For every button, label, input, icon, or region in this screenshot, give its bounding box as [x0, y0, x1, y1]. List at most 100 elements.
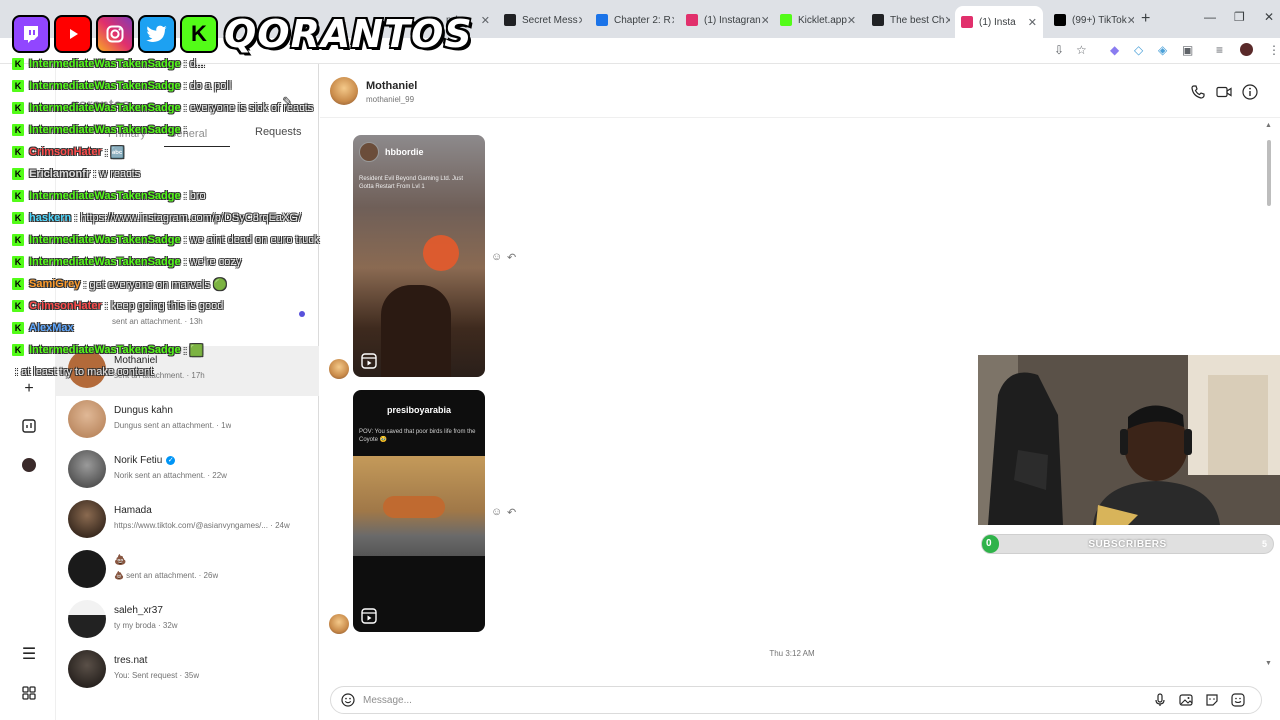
reply-icon[interactable]: ↶ [507, 251, 516, 264]
tab-close-icon[interactable]: ✕ [761, 14, 768, 27]
conversation-name: Hamada [114, 505, 152, 516]
gif-sticker-icon[interactable] [1231, 693, 1245, 707]
tab-label: (1) Instagran [704, 14, 761, 26]
conversation-list-panel: qorantos ✎ Primary General Requests sent… [56, 64, 319, 720]
chat-avatar[interactable] [330, 77, 358, 105]
browser-tab[interactable]: (99+) TikTok ✕ [1048, 8, 1134, 32]
subscriber-goal-target: 5 [1261, 539, 1267, 549]
twitter-logo-icon [138, 15, 176, 53]
reel-thumbnail-coyote [383, 496, 445, 518]
tab-close-icon[interactable]: ✕ [1028, 16, 1037, 29]
also-from-meta-icon[interactable] [20, 684, 38, 702]
webcam-image [978, 355, 1280, 525]
new-tab-button[interactable]: + [1141, 10, 1150, 28]
unread-dot [299, 311, 305, 317]
chat-handle: mothaniel_99 [366, 95, 415, 104]
chat-name[interactable]: Mothaniel [366, 80, 417, 92]
conversation-item-tres[interactable]: tres.nat You: Sent request · 35w [56, 646, 319, 696]
conversation-item-norik[interactable]: Norik Fetiu ✓ Norik sent an attachment. ·… [56, 446, 319, 496]
tab-close-icon[interactable]: ✕ [944, 14, 950, 27]
shared-reel[interactable]: hbbordie Resident Evil Beyond Gaming Ltd… [353, 135, 485, 377]
browser-tab[interactable]: Kicklet.app ✕ [774, 8, 860, 32]
profile-icon[interactable] [20, 456, 38, 474]
conversation-item-mothaniel[interactable]: Mothaniel sent an attachment. · 17h [56, 346, 319, 396]
avatar [68, 550, 106, 588]
extension-icon[interactable]: ◇ [1134, 43, 1143, 57]
browser-menu-icon[interactable]: ⋮ [1268, 43, 1280, 57]
tab-favicon-icon [686, 14, 698, 26]
photo-upload-icon[interactable] [1179, 693, 1193, 707]
minimize-button[interactable]: — [1204, 10, 1216, 24]
bookmark-star-icon[interactable]: ☆ [1076, 43, 1087, 57]
shared-reel[interactable]: presiboyarabia POV: You saved that poor … [353, 390, 485, 632]
sender-avatar [329, 614, 349, 634]
restore-button[interactable]: ❐ [1234, 10, 1245, 24]
menu-icon[interactable]: ☰ [20, 645, 38, 663]
profile-avatar[interactable] [1240, 43, 1253, 56]
create-icon[interactable]: + [20, 380, 38, 398]
tab-general[interactable]: General [168, 128, 207, 140]
browser-tab[interactable]: The best Ch ✕ [866, 8, 950, 32]
conversation-preview: sent an attachment. · 17h [114, 371, 205, 380]
phone-call-icon[interactable] [1190, 84, 1206, 100]
browser-tab-active[interactable]: (1) Insta ✕ [955, 6, 1043, 38]
conversation-preview: Norik sent an attachment. · 22w [114, 471, 227, 480]
conversation-item-poop[interactable]: 💩 💩 sent an attachment. · 26w [56, 546, 319, 596]
tab-close-icon[interactable]: ✕ [1127, 14, 1134, 27]
new-message-icon[interactable]: ✎ [282, 94, 293, 110]
sticker-icon[interactable] [1205, 693, 1219, 707]
conversation-preview: 💩 sent an attachment. · 26w [114, 571, 219, 580]
reel-caption: POV: You saved that poor birds life from… [359, 429, 476, 443]
tab-favicon-icon [961, 16, 973, 28]
tab-primary[interactable]: Primary [108, 128, 146, 140]
voice-message-icon[interactable] [1153, 693, 1167, 707]
react-emoji-icon[interactable]: ☺ [491, 506, 502, 518]
media-control-icon[interactable]: ≡ [1216, 43, 1223, 57]
reply-icon[interactable]: ↶ [507, 506, 516, 519]
extension-icon[interactable]: ◈ [1158, 43, 1167, 57]
conversation-item-hamada[interactable]: Hamada https://www.tiktok.com/@asianvyng… [56, 496, 319, 546]
tab-close-icon[interactable]: ✕ [847, 14, 856, 27]
conversation-name-verified: Norik Fetiu ✓ [114, 455, 176, 466]
emoji-picker-icon[interactable] [341, 693, 355, 707]
inbox-username[interactable]: qorantos [70, 96, 130, 112]
tab-close-icon[interactable]: ✕ [671, 14, 674, 27]
conversation-item-dungus[interactable]: Dungus kahn Dungus sent an attachment. ·… [56, 396, 319, 446]
browser-tab[interactable]: Chapter 2: R ✕ [590, 8, 674, 32]
react-emoji-icon[interactable]: ☺ [491, 251, 502, 263]
conversation-info-icon[interactable] [1242, 84, 1258, 100]
tab-requests[interactable]: Requests [255, 126, 301, 138]
instagram-logo-icon [96, 15, 134, 53]
window-close-button[interactable]: ✕ [1264, 10, 1274, 24]
reel-account-name: presiboyarabia [386, 405, 452, 415]
conversation-item-saleh[interactable]: saleh_xr37 ty my broda · 32w [56, 596, 319, 646]
twitch-logo-icon [12, 15, 50, 53]
stream-logo-banner: K QORANTOS [12, 10, 473, 58]
extensions-puzzle-icon[interactable]: ▣ [1182, 43, 1193, 57]
avatar [68, 400, 106, 438]
conversation-preview: You: Sent request · 35w [114, 671, 200, 680]
chat-scrollbar-thumb[interactable] [1267, 140, 1271, 206]
chat-header: Mothaniel mothaniel_99 [320, 64, 1280, 118]
browser-tab[interactable]: (1) Instagran ✕ [680, 8, 768, 32]
tab-label: (99+) TikTok [1072, 14, 1127, 26]
reel-icon [361, 353, 377, 369]
video-call-icon[interactable] [1216, 84, 1232, 100]
install-app-icon[interactable]: ⇩ [1054, 43, 1064, 57]
message-input[interactable] [363, 692, 1123, 708]
conversation-preview: sent an attachment. · 13h [112, 317, 203, 326]
tab-close-icon[interactable]: ✕ [481, 14, 490, 27]
youtube-logo-icon [54, 15, 92, 53]
scroll-up-arrow-icon[interactable]: ▲ [1265, 122, 1272, 129]
conversation-preview: ty my broda · 32w [114, 621, 178, 630]
kick-logo-icon: K [180, 15, 218, 53]
tab-close-icon[interactable]: ✕ [578, 14, 582, 27]
reel-account-name: hbbordie [385, 147, 424, 157]
instagram-side-nav: + ☰ [0, 64, 56, 720]
dashboard-icon[interactable] [20, 417, 38, 435]
extension-icon[interactable]: ◆ [1110, 43, 1119, 57]
subscriber-goal-bar: 0 SUBSCRIBERS 5 [981, 534, 1274, 554]
scroll-down-arrow-icon[interactable]: ▼ [1265, 660, 1272, 667]
avatar [68, 650, 106, 688]
browser-tab[interactable]: Secret Mess ✕ [498, 8, 582, 32]
